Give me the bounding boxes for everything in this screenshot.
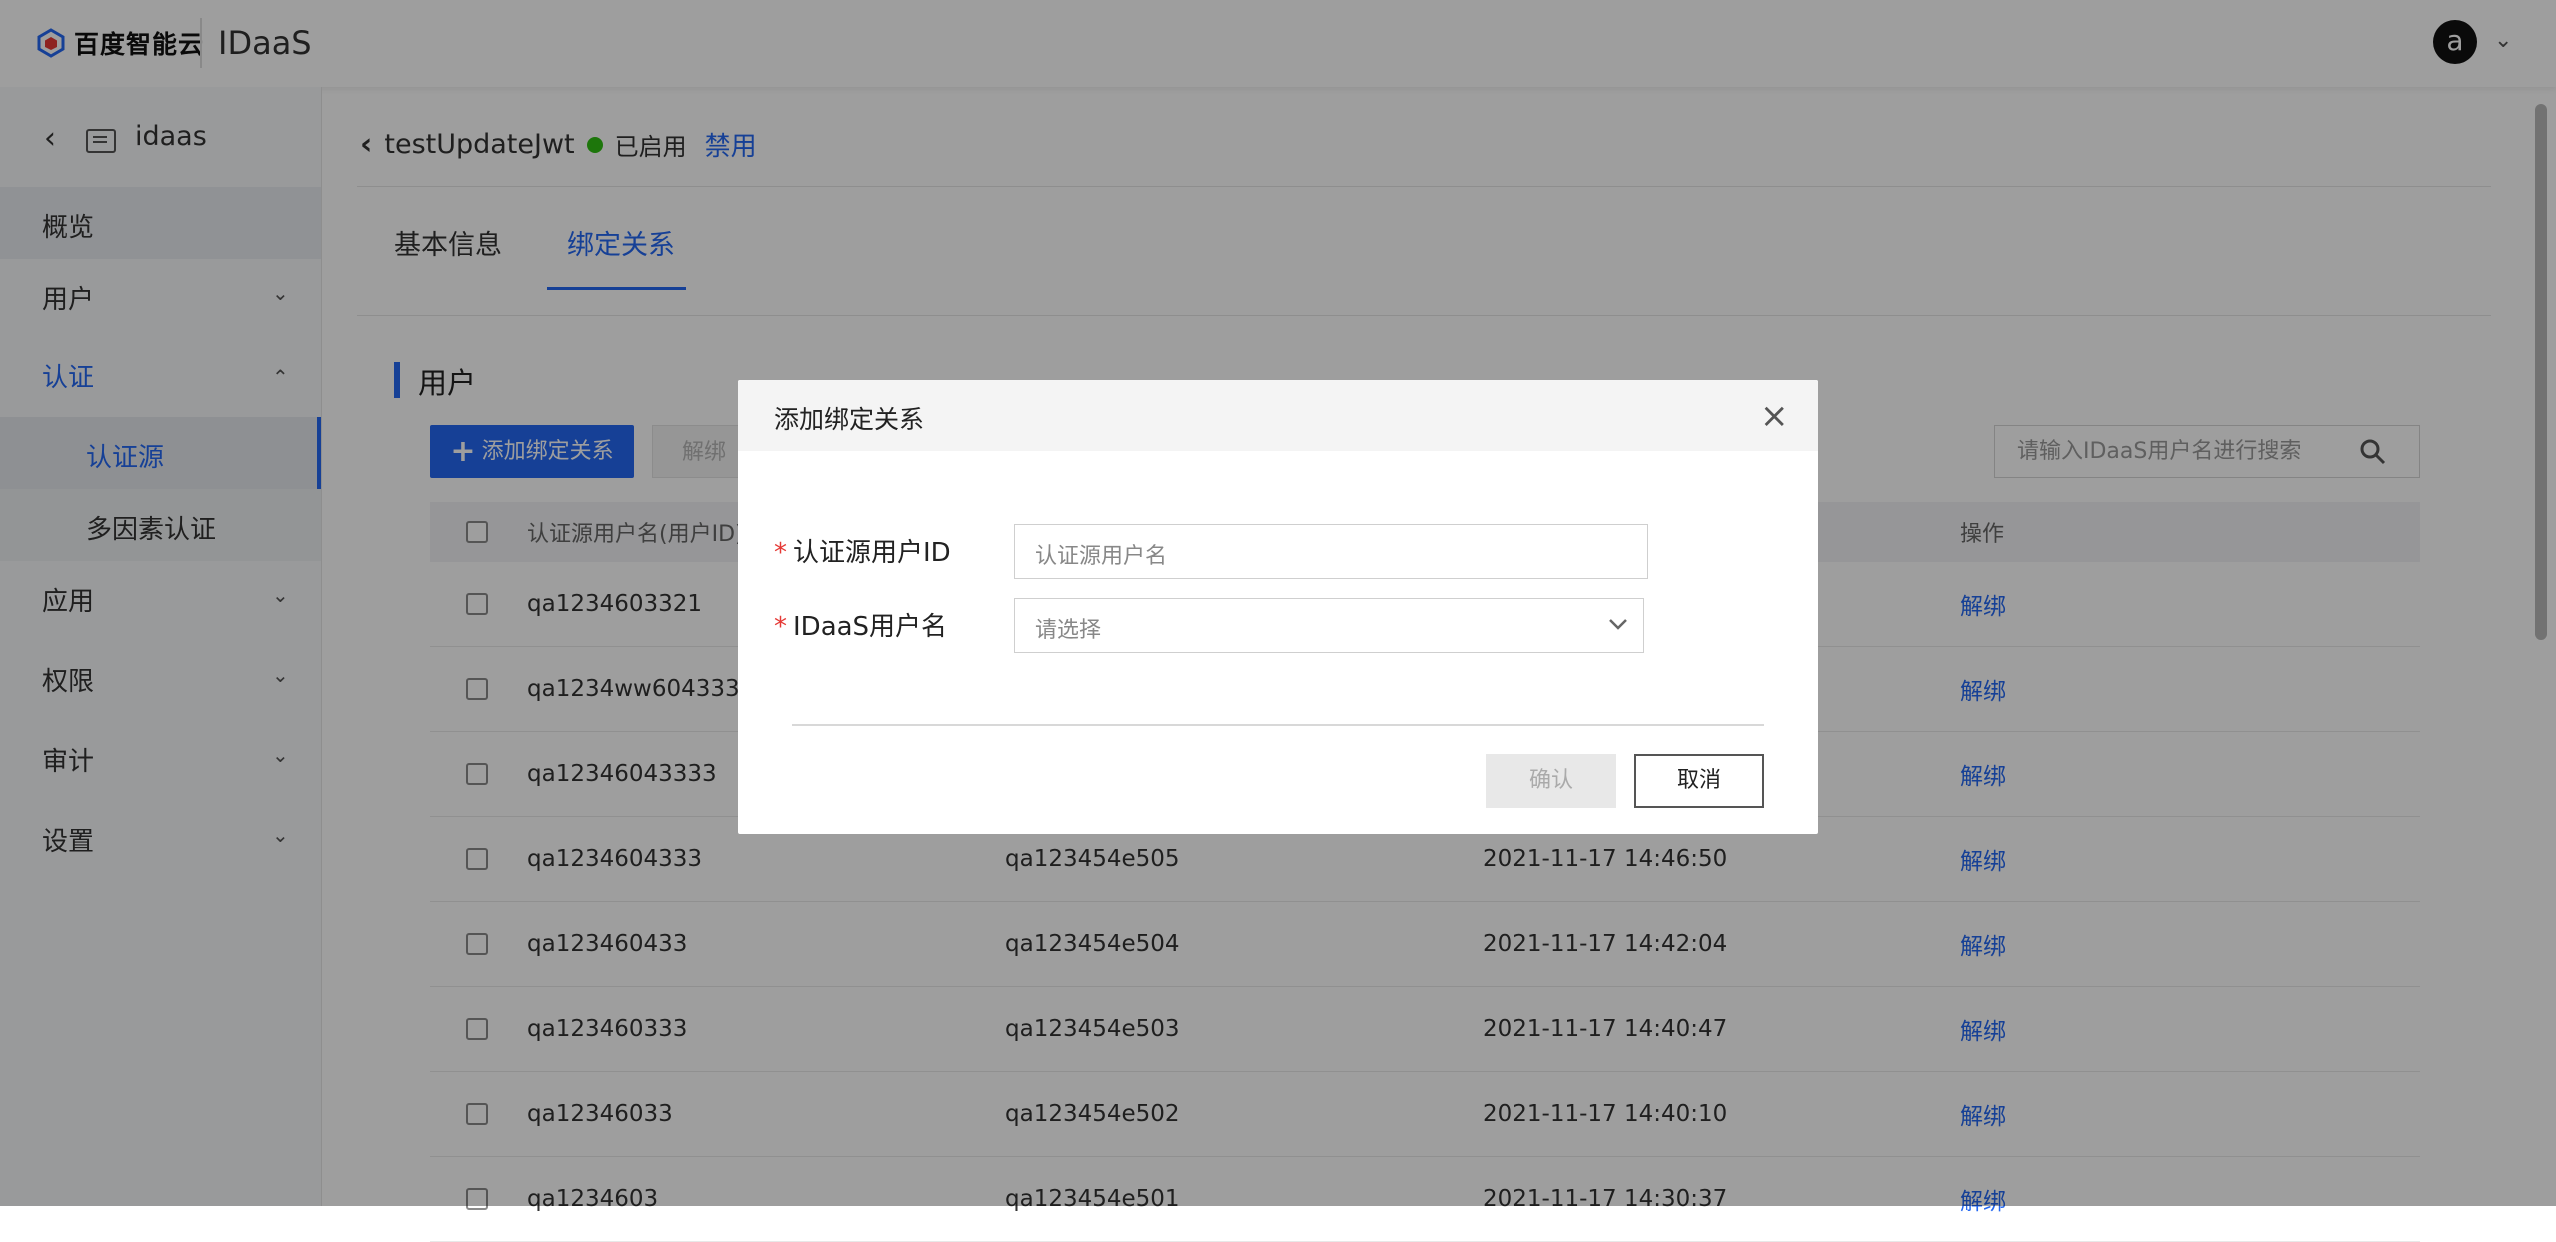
chevron-down-icon <box>1609 619 1627 630</box>
cancel-button[interactable]: 取消 <box>1634 754 1764 808</box>
field-label: IDaaS用户名 <box>793 612 948 642</box>
close-icon[interactable]: × <box>1760 396 1789 436</box>
dialog-title: 添加绑定关系 <box>774 405 925 434</box>
dialog-header: 添加绑定关系 × <box>738 380 1818 451</box>
dialog-divider <box>792 724 1764 726</box>
required-mark: * <box>774 612 787 642</box>
source-user-id-label: * 认证源用户ID <box>774 532 951 569</box>
idaas-username-select[interactable]: 请选择 <box>1014 598 1644 653</box>
field-placeholder: 认证源用户名 <box>1035 544 1168 569</box>
required-mark: * <box>774 538 787 568</box>
source-user-id-field[interactable]: 认证源用户名 <box>1014 524 1648 579</box>
field-placeholder: 请选择 <box>1035 618 1102 643</box>
idaas-username-label: * IDaaS用户名 <box>774 606 947 643</box>
field-label: 认证源用户ID <box>793 538 951 568</box>
add-binding-dialog: 添加绑定关系 × * 认证源用户ID 认证源用户名 * IDaaS用户名 请选择 确… <box>738 380 1818 834</box>
confirm-button[interactable]: 确认 <box>1486 754 1616 808</box>
